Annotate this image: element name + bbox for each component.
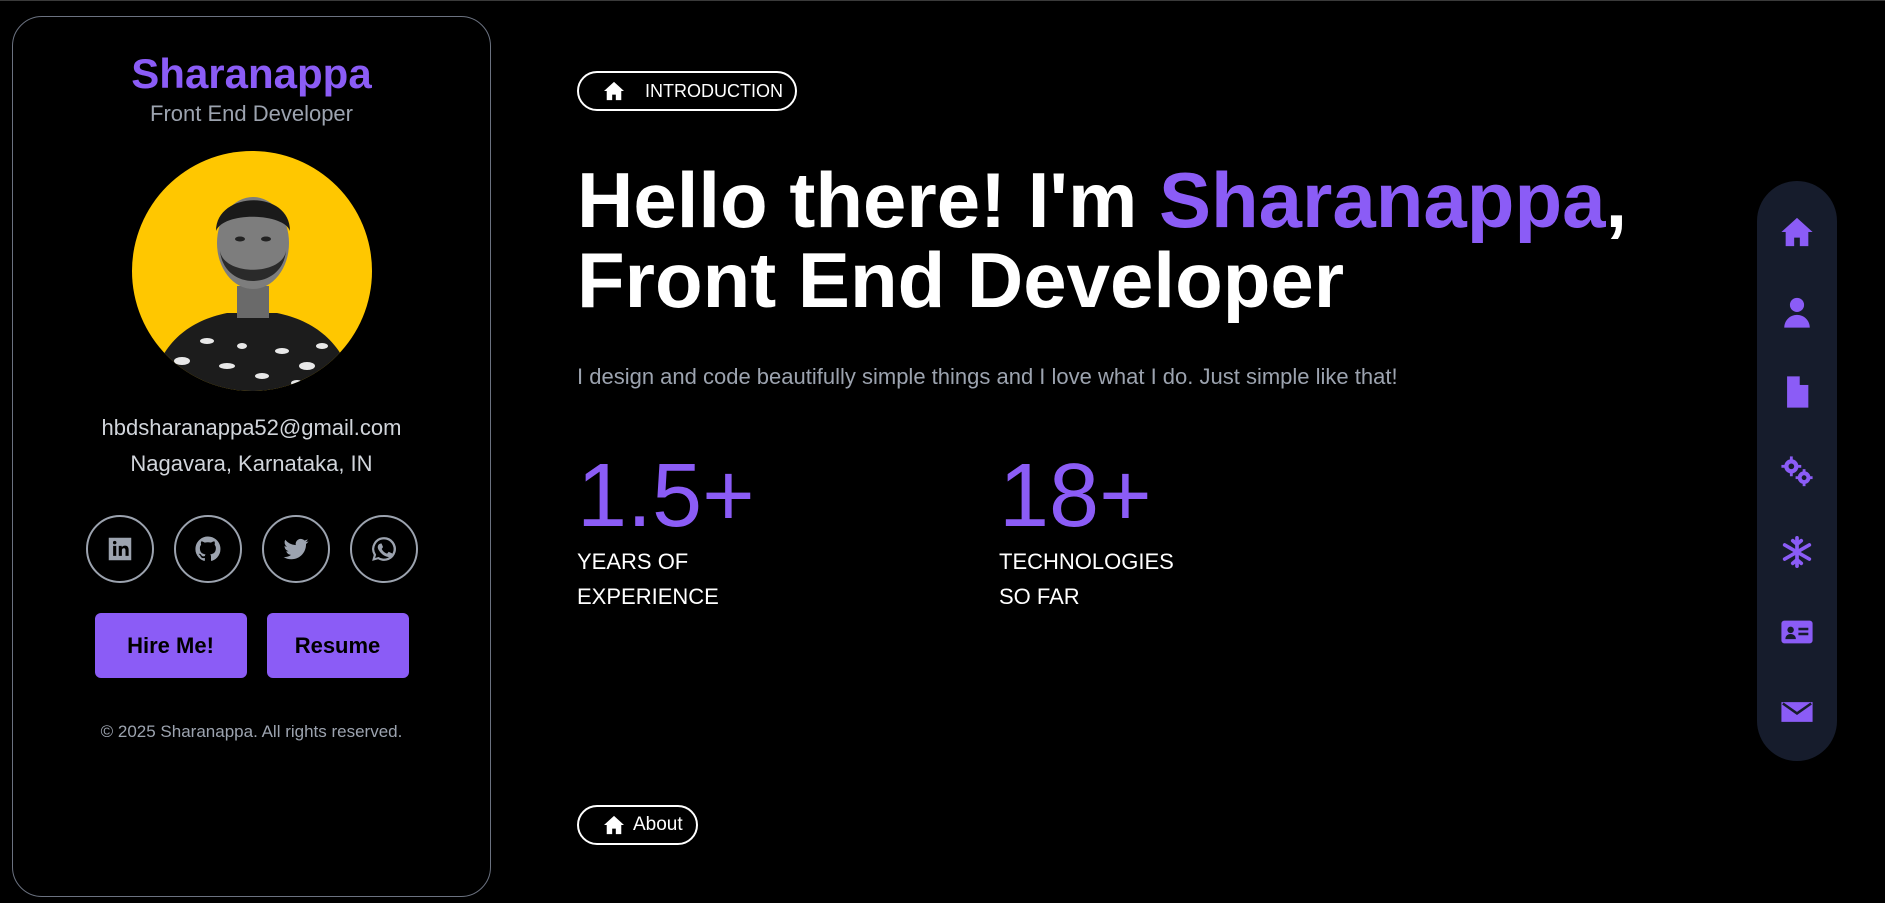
stat-label-line1: TECHNOLOGIES [999,549,1174,574]
profile-location: Nagavara, Karnataka, IN [130,451,373,477]
top-divider [0,0,1885,1]
profile-email: hbdsharanappa52@gmail.com [101,415,402,441]
nav-item-contact[interactable] [1757,687,1837,737]
home-icon [1781,217,1813,247]
headline-comma: , [1605,156,1628,244]
twitter-icon [283,539,308,560]
stat-experience: 1.5+ YEARS OF EXPERIENCE [577,448,755,614]
gears-icon [1781,456,1813,487]
github-icon [194,536,220,562]
nav-item-about[interactable] [1757,287,1837,337]
profile-photo [151,197,354,392]
linkedin-link[interactable] [85,515,154,584]
side-nav [1757,181,1837,761]
stat-label-line2: EXPERIENCE [577,584,719,609]
nav-item-services[interactable] [1757,447,1837,497]
section-pill-introduction: INTRODUCTION [577,71,797,111]
user-icon [1784,297,1810,328]
profile-name: Sharanappa [131,50,372,97]
stat-label-line1: YEARS OF [577,549,689,574]
home-icon [604,81,624,101]
profile-role: Front End Developer [150,101,353,127]
twitter-link[interactable] [261,515,330,584]
nav-item-skills[interactable] [1757,527,1837,577]
stat-value: 18+ [999,446,1152,546]
github-link[interactable] [173,515,242,584]
envelope-icon [1781,702,1813,722]
snowflake-icon [1782,535,1812,569]
about-link[interactable]: About [577,805,698,845]
avatar [131,151,372,392]
whatsapp-link[interactable] [349,515,418,584]
headline-name: Sharanappa [1159,156,1606,244]
social-links [13,515,490,584]
card-actions: Hire Me! Resume [13,613,490,679]
nav-item-home[interactable] [1757,207,1837,257]
nav-item-resume[interactable] [1757,367,1837,417]
stat-label-line2: SO FAR [999,584,1080,609]
stat-value: 1.5+ [577,446,755,546]
stat-technologies: 18+ TECHNOLOGIES SO FAR [999,448,1174,614]
hero-tagline: I design and code beautifully simple thi… [577,364,1398,389]
resume-button[interactable]: Resume [266,613,409,679]
whatsapp-icon [371,537,396,562]
nav-item-portfolio[interactable] [1757,607,1837,657]
headline-role: Front End Developer [577,236,1345,324]
hero-headline: Hello there! I'm Sharanappa, Front End De… [577,160,1627,320]
headline-pre: Hello there! I'm [577,156,1159,244]
home-icon [604,815,624,835]
document-icon [1787,376,1809,408]
linkedin-icon [108,537,131,561]
hire-me-button[interactable]: Hire Me! [94,613,247,679]
id-card-icon [1781,620,1813,644]
copyright-text: © 2025 Sharanappa. All rights reserved. [100,722,403,742]
about-link-label: About [633,814,683,835]
profile-card: Sharanappa Front End Developer hbdsharan… [12,16,491,897]
section-pill-label: INTRODUCTION [645,80,783,101]
